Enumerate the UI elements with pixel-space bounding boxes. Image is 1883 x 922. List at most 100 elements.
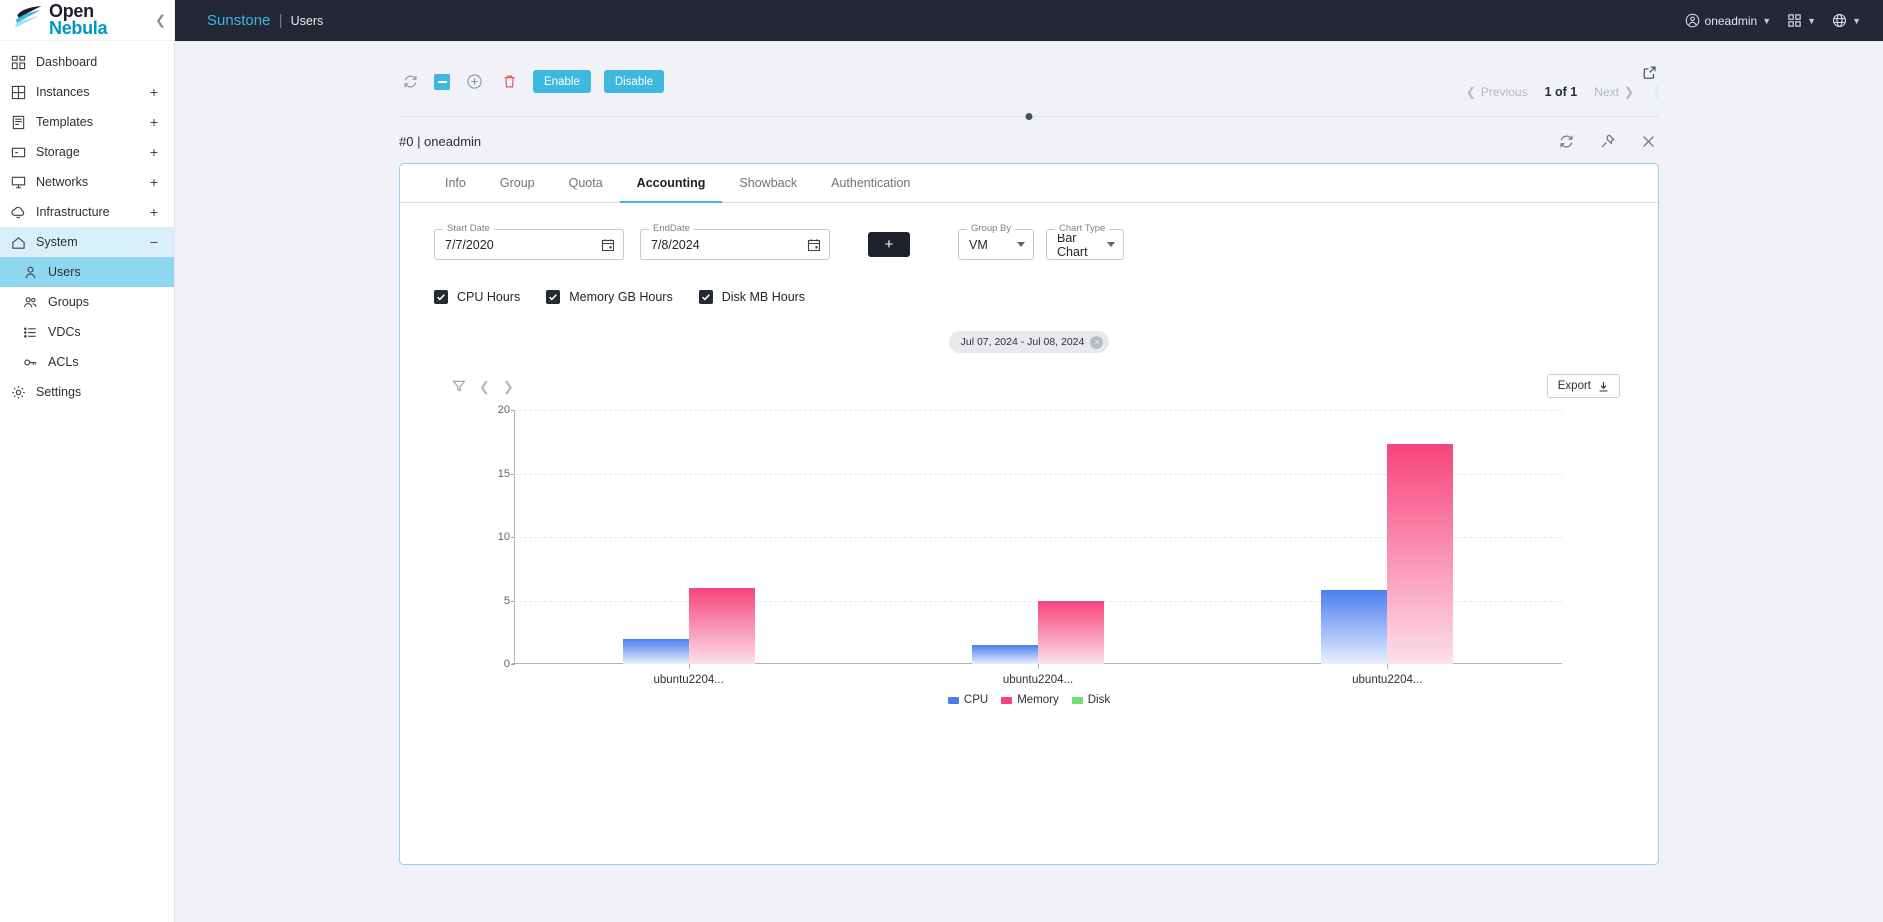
bar-cpu[interactable]: [622, 638, 689, 664]
bar-cpu[interactable]: [1321, 590, 1388, 664]
sidebar-label: Users: [48, 265, 81, 279]
accounting-panel: Start Date 7/7/2020 EndDate 7/8/2024 + G…: [400, 203, 1658, 864]
check-icon: [546, 290, 561, 304]
sidebar-item-dashboard[interactable]: Dashboard: [0, 47, 174, 77]
divider-handle[interactable]: [1025, 113, 1033, 120]
y-axis-tick: 5: [480, 595, 515, 607]
sidebar-item-templates[interactable]: Templates +: [0, 107, 174, 137]
globe-icon: [1832, 13, 1847, 28]
sidebar-item-settings[interactable]: Settings: [0, 377, 174, 407]
x-tick-mark: [688, 664, 690, 669]
chevron-left-icon[interactable]: ❮: [155, 14, 166, 27]
refresh-icon[interactable]: [399, 71, 421, 93]
previous-page-button[interactable]: ❮ Previous: [1466, 85, 1528, 99]
sidebar-item-networks[interactable]: Networks +: [0, 167, 174, 197]
export-button[interactable]: Export: [1546, 374, 1620, 398]
calendar-icon[interactable]: [601, 238, 615, 252]
check-icon: [698, 290, 713, 304]
chip-close-icon[interactable]: ×: [1090, 335, 1104, 349]
chart-type-select[interactable]: Chart Type Bar Chart: [1046, 223, 1124, 260]
opennebula-logo-text: Open Nebula: [49, 3, 108, 37]
accounting-bar-chart: 20 15 10 5 0 ubuntu2204... ubuntu2204... ubunt…: [434, 402, 1624, 706]
sidebar-expand[interactable]: +: [148, 205, 160, 219]
page-title: #0 | oneadmin: [399, 133, 482, 149]
tab-showback[interactable]: Showback: [722, 164, 814, 203]
checkbox-label: Disk MB Hours: [721, 290, 806, 304]
sidebar-label: Networks: [36, 175, 89, 189]
date-range-chip[interactable]: Jul 07, 2024 - Jul 08, 2024 ×: [948, 331, 1110, 353]
user-menu-button[interactable]: oneadmin ▼: [1677, 9, 1780, 32]
split-divider[interactable]: [399, 113, 1659, 120]
sidebar-label: Templates: [36, 115, 93, 129]
add-icon[interactable]: [463, 71, 485, 93]
tab-info[interactable]: Info: [428, 164, 483, 203]
y-axis-tick: 20: [480, 404, 515, 416]
sidebar-expand[interactable]: +: [148, 115, 160, 129]
checkbox-memory-gb-hours[interactable]: Memory GB Hours: [546, 290, 673, 304]
tab-quota[interactable]: Quota: [552, 164, 620, 203]
chart-toolbar: ❮ ❯ Export: [434, 374, 1624, 398]
top-bar: Sunstone | Users oneadmin ▼ ▼ ▼: [175, 0, 1883, 41]
bar-memory[interactable]: [688, 587, 755, 664]
delete-icon[interactable]: [498, 71, 520, 93]
language-menu-button[interactable]: ▼: [1824, 9, 1869, 32]
sidebar-item-vdcs[interactable]: VDCs: [0, 317, 174, 347]
end-date-label: EndDate: [649, 223, 694, 234]
pin-icon[interactable]: [1596, 130, 1618, 152]
start-date-field[interactable]: Start Date 7/7/2020: [434, 223, 624, 260]
opennebula-logo: Open Nebula: [14, 3, 108, 37]
checkbox-cpu-hours[interactable]: CPU Hours: [434, 290, 520, 304]
next-page-button[interactable]: Next ❯: [1594, 85, 1634, 99]
start-date-label: Start Date: [443, 223, 494, 234]
tab-group[interactable]: Group: [483, 164, 552, 203]
sidebar-label: Storage: [36, 145, 80, 159]
start-date-value: 7/7/2020: [445, 237, 494, 252]
refresh-icon[interactable]: [1555, 130, 1577, 152]
add-filter-button[interactable]: +: [868, 232, 910, 257]
sidebar-label: System: [36, 235, 78, 249]
sidebar-label: Infrastructure: [36, 205, 110, 219]
sidebar-expand[interactable]: +: [148, 145, 160, 159]
legend-item-cpu[interactable]: CPU: [947, 694, 988, 706]
sidebar-item-system[interactable]: System −: [0, 227, 174, 257]
close-icon[interactable]: [1637, 130, 1659, 152]
groups-icon: [22, 294, 38, 310]
apps-menu-button[interactable]: ▼: [1779, 9, 1824, 32]
infrastructure-icon: [10, 204, 26, 220]
sidebar-item-users[interactable]: Users: [0, 257, 174, 287]
bar-memory[interactable]: [1037, 600, 1104, 664]
legend-swatch: [1071, 696, 1083, 704]
scroll-indicator[interactable]: [1655, 84, 1659, 100]
sidebar-item-groups[interactable]: Groups: [0, 287, 174, 317]
bar-cpu[interactable]: [971, 644, 1038, 664]
sidebar-item-acls[interactable]: ACLs: [0, 347, 174, 377]
breadcrumb-separator: |: [278, 12, 283, 29]
calendar-icon[interactable]: [807, 238, 821, 252]
chart-next-button[interactable]: ❯: [503, 380, 514, 393]
tab-accounting[interactable]: Accounting: [619, 164, 723, 203]
filter-icon[interactable]: [452, 379, 466, 393]
disable-button[interactable]: Disable: [603, 70, 665, 93]
legend-item-memory[interactable]: Memory: [1001, 694, 1059, 706]
chart-prev-button[interactable]: ❮: [479, 380, 490, 393]
sidebar-item-infrastructure[interactable]: Infrastructure +: [0, 197, 174, 227]
select-all-button[interactable]: [434, 73, 450, 90]
group-by-value: VM: [969, 237, 988, 252]
chevron-down-icon: ▼: [1762, 15, 1772, 26]
storage-icon: [10, 144, 26, 160]
sidebar-item-instances[interactable]: Instances +: [0, 77, 174, 107]
enable-button[interactable]: Enable: [533, 70, 591, 93]
sidebar-expand[interactable]: +: [148, 175, 160, 189]
user-icon: [22, 264, 38, 280]
legend-label: Disk: [1087, 694, 1111, 706]
group-by-select[interactable]: Group By VM: [958, 223, 1034, 260]
sidebar-collapse[interactable]: −: [148, 235, 160, 249]
end-date-field[interactable]: EndDate 7/8/2024: [640, 223, 830, 260]
bar-memory[interactable]: [1387, 444, 1454, 664]
sidebar-expand[interactable]: +: [148, 85, 160, 99]
open-external-icon[interactable]: [1642, 65, 1657, 80]
checkbox-disk-mb-hours[interactable]: Disk MB Hours: [698, 290, 806, 304]
legend-item-disk[interactable]: Disk: [1071, 694, 1111, 706]
sidebar-item-storage[interactable]: Storage +: [0, 137, 174, 167]
tab-authentication[interactable]: Authentication: [814, 164, 927, 203]
